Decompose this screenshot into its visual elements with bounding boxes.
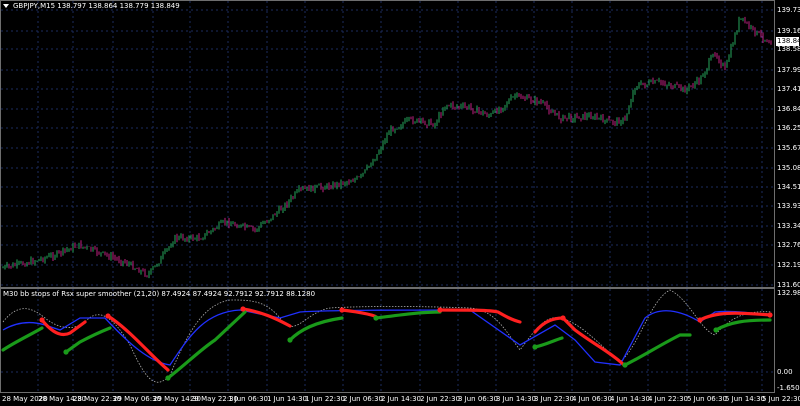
indicator-dotted-line — [2, 289, 773, 383]
time-tick-label: 1 Jun 22:30 — [305, 395, 346, 403]
time-tick-label: 2 Jun 14:30 — [381, 395, 422, 403]
indicator-lines[interactable] — [1, 289, 773, 383]
indicator-title: M30 bb stops of Rsx super smoother (21,2… — [3, 290, 316, 298]
indicator-blue-line — [2, 309, 773, 366]
price-tick-label: 133.345 — [777, 222, 800, 230]
price-tick-label: 139.165 — [777, 27, 800, 35]
time-tick-label: 4 Jun 06:30 — [572, 395, 613, 403]
indicator-red-line — [40, 307, 772, 372]
time-tick-label: 5 Jun 14:30 — [725, 395, 766, 403]
indicator-tick-label: 0.00 — [777, 368, 793, 376]
main-chart-title: GBPJPY,M15 138.797 138.864 138.779 138.8… — [13, 2, 180, 10]
price-tick-label: 131.605 — [777, 281, 800, 289]
indicator-green-dot — [622, 362, 628, 368]
price-tick-label: 132.190 — [777, 261, 800, 269]
grid-lines — [1, 1, 774, 392]
price-tick-label: 137.995 — [777, 66, 800, 74]
time-tick-label: 4 Jun 14:30 — [610, 395, 651, 403]
price-tick-label: 132.760 — [777, 241, 800, 249]
indicator-red-dot — [39, 317, 45, 323]
indicator-green-dot — [63, 349, 69, 355]
time-tick-label: 1 Jun 06:30 — [228, 395, 269, 403]
chart-canvas[interactable] — [0, 0, 800, 406]
time-tick-label: 2 Jun 06:30 — [343, 395, 384, 403]
price-tick-label: 133.930 — [777, 202, 800, 210]
indicator-red-dot — [767, 312, 773, 318]
time-tick-label: 1 Jun 14:30 — [267, 395, 308, 403]
indicator-green-dot — [165, 375, 171, 381]
indicator-red-dot — [560, 315, 566, 321]
indicator-red-dot — [437, 307, 443, 313]
time-tick-label: 4 Jun 22:30 — [648, 395, 689, 403]
price-tick-label: 135.085 — [777, 164, 800, 172]
indicator-red-dot — [339, 307, 345, 313]
time-tick-label: 2 Jun 22:30 — [420, 395, 461, 403]
indicator-red-dot — [697, 317, 703, 323]
indicator-green-dot — [287, 337, 293, 343]
time-tick-label: 5 Jun 06:30 — [687, 395, 728, 403]
price-candles[interactable] — [2, 16, 772, 279]
indicator-red-dot — [105, 313, 111, 319]
time-tick-label: 3 Jun 14:30 — [496, 395, 537, 403]
price-tick-label: 134.515 — [777, 183, 800, 191]
time-tick-label: 5 Jun 22:30 — [762, 395, 800, 403]
indicator-green-dot — [713, 327, 719, 333]
indicator-green-dot — [373, 315, 379, 321]
price-tick-label: 136.840 — [777, 105, 800, 113]
frame — [0, 0, 775, 393]
price-tick-label: 139.735 — [777, 6, 800, 14]
time-tick-label: 3 Jun 06:30 — [458, 395, 499, 403]
price-tick-label: 138.580 — [777, 45, 800, 53]
price-tick-label: 136.255 — [777, 124, 800, 132]
indicator-tick-label: -1.6503 — [777, 384, 800, 392]
time-tick-label: 3 Jun 22:30 — [534, 395, 575, 403]
indicator-green-dot — [532, 344, 538, 350]
indicator-red-dot — [240, 306, 246, 312]
chart-menu-arrow-icon[interactable] — [3, 4, 9, 8]
indicator-tick-label: 132.9885 — [777, 289, 800, 297]
price-tick-label: 135.670 — [777, 144, 800, 152]
price-tick-label: 137.410 — [777, 85, 800, 93]
